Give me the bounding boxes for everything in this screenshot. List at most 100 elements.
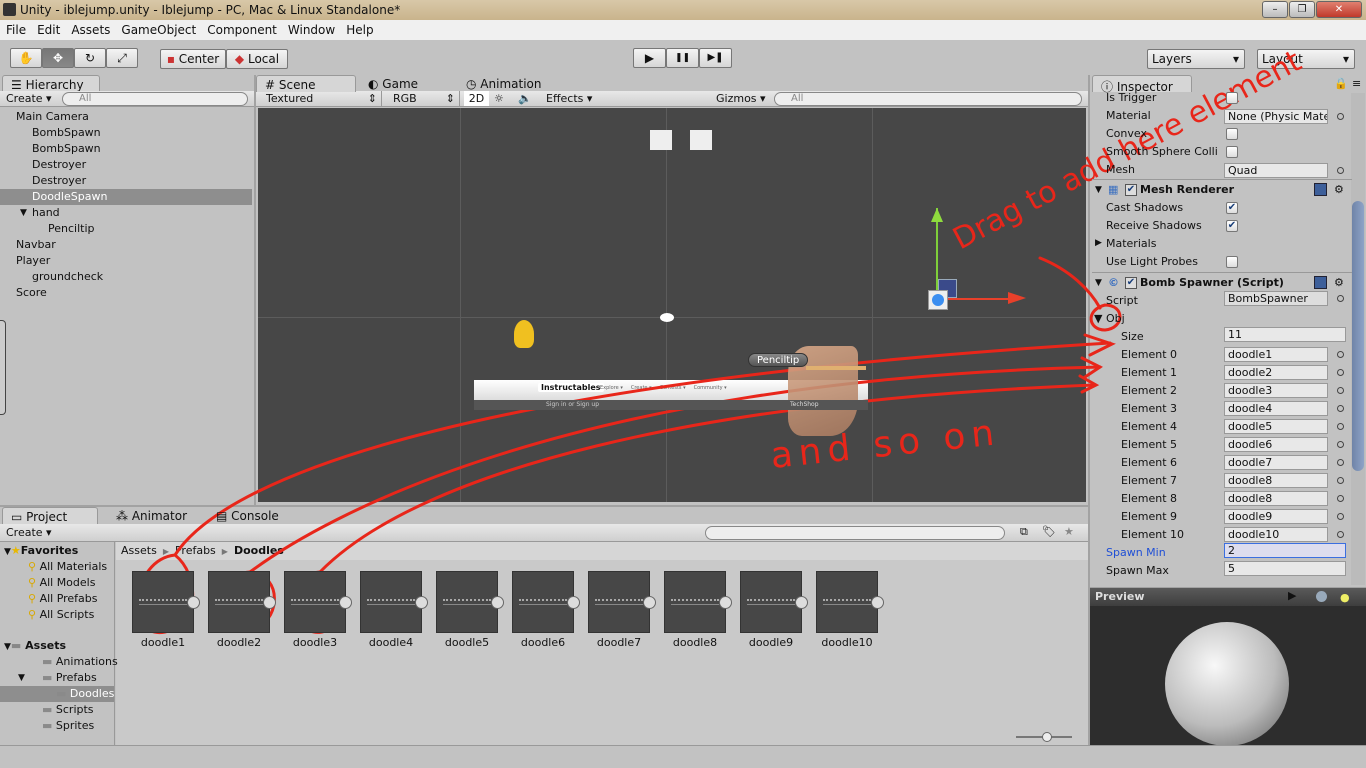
menu-edit[interactable]: Edit	[31, 20, 65, 37]
scale-tool-button[interactable]: ⤢	[106, 48, 138, 68]
asset-label[interactable]: doodle7	[581, 636, 657, 649]
tab-hierarchy[interactable]: ☰ Hierarchy	[2, 75, 100, 92]
object-picker-icon[interactable]	[1337, 113, 1344, 120]
menu-file[interactable]: File	[0, 20, 31, 37]
pivot-center-button[interactable]: ▪ Center	[160, 49, 226, 69]
favorite-item[interactable]: ⚲ All Models	[28, 575, 95, 591]
fold-arrow-icon[interactable]: ▼	[1095, 180, 1102, 200]
element-field[interactable]: doodle3	[1224, 383, 1328, 398]
pivot-local-button[interactable]: ◆ Local	[226, 49, 288, 69]
favorites-header[interactable]: ▼★Favorites	[4, 543, 78, 559]
color-mode-dropdown[interactable]: RGB ⇕	[388, 91, 460, 106]
hierarchy-item[interactable]: Destroyer	[0, 157, 252, 173]
project-search-input[interactable]	[705, 526, 1005, 540]
pause-button[interactable]: ❚❚	[666, 48, 699, 68]
menu-gameobject[interactable]: GameObject	[115, 20, 201, 37]
element-field[interactable]: doodle10	[1224, 527, 1328, 542]
asset-thumbnail[interactable]	[284, 571, 352, 633]
play-preview-icon[interactable]	[643, 596, 656, 609]
component-header[interactable]: ▼ © ✔ Bomb Spawner (Script) ⚙	[1092, 272, 1352, 292]
asset-label[interactable]: doodle3	[277, 636, 353, 649]
element-field[interactable]: doodle1	[1224, 347, 1328, 362]
asset-thumbnail[interactable]	[208, 571, 276, 633]
asset-label[interactable]: doodle6	[505, 636, 581, 649]
hierarchy-item[interactable]: BombSpawn	[0, 125, 252, 141]
play-preview-icon[interactable]: ▶	[1288, 589, 1296, 602]
light-preview-icon[interactable]: ●	[1340, 591, 1350, 604]
object-picker-icon[interactable]	[1337, 477, 1344, 484]
menu-assets[interactable]: Assets	[65, 20, 115, 37]
favorite-item[interactable]: ⚲ All Prefabs	[28, 591, 98, 607]
favorite-item[interactable]: ⚲ All Materials	[28, 559, 107, 575]
folder-item[interactable]: ▬ Animations	[0, 654, 118, 670]
play-preview-icon[interactable]	[187, 596, 200, 609]
play-preview-icon[interactable]	[567, 596, 580, 609]
object-field[interactable]: None (Physic Mate	[1224, 109, 1328, 124]
hierarchy-item[interactable]: BombSpawn	[0, 141, 252, 157]
hand-tool-button[interactable]: ✋	[10, 48, 42, 68]
breadcrumb-item[interactable]: Assets	[121, 544, 157, 557]
object-picker-icon[interactable]	[1337, 423, 1344, 430]
object-picker-icon[interactable]	[1337, 295, 1344, 302]
object-picker-icon[interactable]	[1337, 495, 1344, 502]
element-field[interactable]: doodle8	[1224, 473, 1328, 488]
render-mode-dropdown[interactable]: Textured ⇕	[260, 91, 382, 106]
asset-label[interactable]: doodle4	[353, 636, 429, 649]
rotate-tool-button[interactable]: ↻	[74, 48, 106, 68]
help-book-icon[interactable]	[1314, 276, 1327, 289]
lighting-toggle-icon[interactable]: ☼	[494, 91, 504, 105]
asset-thumbnail[interactable]	[588, 571, 656, 633]
element-field[interactable]: doodle8	[1224, 491, 1328, 506]
object-picker-icon[interactable]	[1337, 531, 1344, 538]
hierarchy-item[interactable]: Destroyer	[0, 173, 252, 189]
play-preview-icon[interactable]	[415, 596, 428, 609]
asset-thumbnail[interactable]	[512, 571, 580, 633]
object-picker-icon[interactable]	[1337, 387, 1344, 394]
layout-dropdown[interactable]: Layout ▾	[1257, 49, 1355, 69]
script-field[interactable]: BombSpawner	[1224, 291, 1328, 306]
breadcrumb-item[interactable]: Prefabs	[175, 544, 216, 557]
asset-label[interactable]: doodle1	[125, 636, 201, 649]
asset-label[interactable]: doodle5	[429, 636, 505, 649]
element-field[interactable]: doodle5	[1224, 419, 1328, 434]
hierarchy-item[interactable]: groundcheck	[0, 269, 252, 285]
play-preview-icon[interactable]	[871, 596, 884, 609]
play-preview-icon[interactable]	[491, 596, 504, 609]
audio-toggle-icon[interactable]: 🔈	[518, 91, 532, 105]
favorite-item[interactable]: ⚲ All Scripts	[28, 607, 94, 623]
object-picker-icon[interactable]	[1337, 459, 1344, 466]
hierarchy-item[interactable]: Player	[0, 253, 252, 269]
project-create-button[interactable]: Create ▾	[6, 526, 52, 539]
object-picker-icon[interactable]	[1337, 513, 1344, 520]
maximize-button[interactable]: ❐	[1289, 1, 1315, 18]
hierarchy-create-button[interactable]: Create ▾	[6, 92, 52, 105]
sphere-preview-icon[interactable]	[1316, 591, 1327, 602]
thumbnail-size-slider[interactable]	[1016, 732, 1072, 742]
spawn-min-field[interactable]: 2	[1224, 543, 1346, 558]
menu-component[interactable]: Component	[201, 20, 282, 37]
sprite-square[interactable]	[690, 130, 712, 150]
move-tool-button[interactable]: ✥	[42, 48, 74, 68]
scene-search-input[interactable]: All	[774, 92, 1082, 106]
camera-gizmo-icon[interactable]	[660, 313, 674, 322]
element-field[interactable]: doodle7	[1224, 455, 1328, 470]
object-picker-icon[interactable]	[1337, 441, 1344, 448]
folder-item[interactable]: ▬ Sprites	[0, 718, 114, 734]
asset-thumbnail[interactable]	[740, 571, 808, 633]
play-button[interactable]: ▶	[633, 48, 666, 68]
expand-arrow-icon[interactable]: ▼	[18, 670, 25, 686]
preview-view[interactable]	[1090, 606, 1366, 746]
element-field[interactable]: doodle2	[1224, 365, 1328, 380]
hierarchy-item[interactable]: ▼ hand	[0, 205, 252, 221]
asset-thumbnail[interactable]	[816, 571, 884, 633]
object-picker-icon[interactable]	[1337, 369, 1344, 376]
play-preview-icon[interactable]	[339, 596, 352, 609]
tab-console[interactable]: ▤ Console	[208, 507, 304, 524]
close-button[interactable]: ✕	[1316, 1, 1362, 18]
sprite-square[interactable]	[650, 130, 672, 150]
size-field[interactable]: 11	[1224, 327, 1346, 342]
gizmos-dropdown[interactable]: Gizmos ▾	[716, 91, 766, 105]
inspector-scrollbar[interactable]	[1351, 93, 1365, 585]
object-pivot-icon[interactable]	[928, 290, 948, 310]
expand-arrow-icon[interactable]: ▼	[4, 547, 11, 557]
